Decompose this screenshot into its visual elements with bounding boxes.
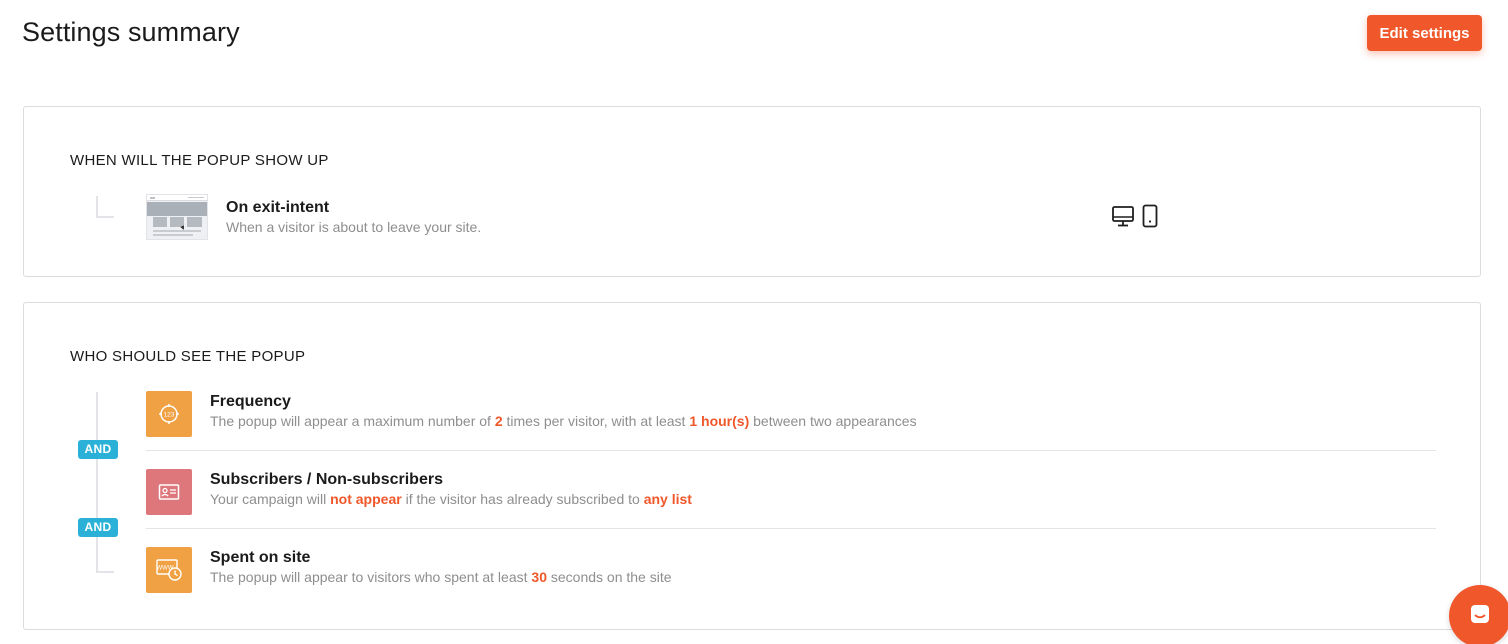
rule-description: The popup will appear a maximum number o…: [210, 413, 917, 429]
rule-title: Spent on site: [210, 549, 311, 566]
tree-connector: [96, 196, 114, 218]
edit-settings-button[interactable]: Edit settings: [1367, 15, 1482, 51]
rule-divider: [146, 450, 1436, 451]
and-badge: AND: [78, 440, 118, 459]
contact-card-icon: [146, 469, 192, 515]
chat-icon: [1468, 602, 1492, 631]
when-section-title: WHEN WILL THE POPUP SHOW UP: [70, 152, 329, 169]
rule-value: not appear: [330, 491, 402, 507]
rule-title: Subscribers / Non-subscribers: [210, 471, 443, 488]
tree-connector-end: [96, 551, 114, 573]
rule-description: Your campaign will not appear if the vis…: [210, 491, 692, 507]
rule-description: The popup will appear to visitors who sp…: [210, 569, 672, 585]
and-badge: AND: [78, 518, 118, 537]
mobile-icon: [1141, 204, 1159, 233]
rule-value: 30: [531, 569, 547, 585]
rule-title: Frequency: [210, 393, 291, 410]
page-title: Settings summary: [22, 17, 240, 47]
rule-value: 1 hour(s): [689, 413, 750, 429]
trigger-title: On exit-intent: [226, 199, 330, 216]
rule-value: 2: [494, 413, 503, 429]
svg-text:123: 123: [164, 412, 175, 419]
device-icons: [1111, 204, 1159, 233]
who-section-title: WHO SHOULD SEE THE POPUP: [70, 348, 306, 365]
frequency-icon: 123: [146, 391, 192, 437]
exit-intent-thumbnail: [146, 194, 208, 240]
chat-launcher-button[interactable]: [1449, 585, 1508, 644]
who-card: WHO SHOULD SEE THE POPUP 123 Frequency T…: [23, 302, 1481, 630]
desktop-icon: [1111, 205, 1135, 232]
rule-value: any list: [643, 491, 692, 507]
trigger-description: When a visitor is about to leave your si…: [226, 219, 482, 235]
time-on-site-icon: WWW: [146, 547, 192, 593]
when-card: WHEN WILL THE POPUP SHOW UP On exit-inte…: [23, 106, 1481, 277]
rule-divider: [146, 528, 1436, 529]
tree-connector: [96, 392, 98, 572]
